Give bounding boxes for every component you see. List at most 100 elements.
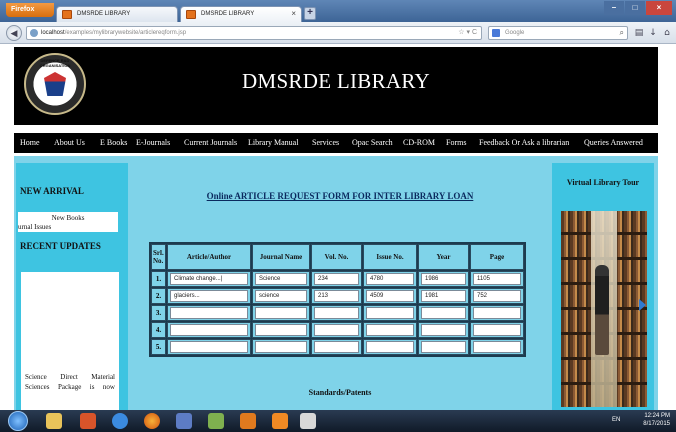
vol-cell [311,339,362,355]
app-icon[interactable] [300,413,316,429]
issue-cell: 4509 [363,288,417,304]
close-tab-icon[interactable]: × [291,7,296,21]
year-cell: 1986 [418,271,469,287]
new-tab-button[interactable]: + [304,7,316,20]
vol-input[interactable] [314,307,359,319]
vol-input[interactable]: 234 [314,273,359,285]
article-input[interactable] [170,324,248,336]
year-input[interactable] [421,324,466,336]
page-input[interactable]: 1105 [473,273,521,285]
vol-input[interactable] [314,341,359,353]
page-input[interactable] [473,307,521,319]
article-request-form: Online ARTICLE REQUEST FORM FOR INTER LI… [132,163,548,410]
back-arrow-icon[interactable]: ◀ [6,25,22,41]
next-arrow-icon[interactable] [639,299,646,311]
new-books-link[interactable]: New Books [18,214,118,222]
article-input[interactable]: Climate change...| [170,273,248,285]
system-clock[interactable]: 12:24 PM 8/17/2015 [643,412,670,428]
form-title: Online ARTICLE REQUEST FORM FOR INTER LI… [206,191,474,201]
menu-item-current-journals[interactable]: Current Journals [184,133,237,153]
browser-nav-bar: ◀ localhost/examples/mylibrarywebsite/ar… [0,22,676,44]
maximize-icon[interactable]: □ [625,1,645,15]
library-tour-image[interactable] [561,211,647,407]
language-indicator[interactable]: EN [612,417,620,423]
issue-input[interactable] [366,324,414,336]
app-icon[interactable] [208,413,224,429]
menu-item-feedback[interactable]: Feedback Or Ask a librarian [479,133,569,153]
row-number: 1. [151,271,166,287]
menu-item-library-manual[interactable]: Library Manual [248,133,298,153]
page-cell [470,322,524,338]
ie-icon[interactable] [112,413,128,429]
download-icon[interactable]: ↓ [646,26,660,40]
issue-input[interactable] [366,341,414,353]
journal-input[interactable]: science [255,290,307,302]
journal-cell [252,305,310,321]
journal-input[interactable] [255,307,307,319]
year-cell [418,322,469,338]
firefox-icon[interactable] [144,413,160,429]
new-arrival-heading: NEW ARRIVAL [20,186,84,196]
site-header: DEFENCE R&D ORGANISATION DMSRDE LIBRARY [14,47,658,125]
year-input[interactable]: 1986 [421,273,466,285]
article-input[interactable] [170,307,248,319]
issue-input[interactable] [366,307,414,319]
home-icon[interactable]: ⌂ [660,26,674,40]
page-input[interactable] [473,341,521,353]
issue-input[interactable]: 4509 [366,290,414,302]
vlc-icon[interactable] [240,413,256,429]
search-placeholder: Google [505,30,525,36]
search-icon[interactable]: ⌕ [620,27,624,39]
journal-cell [252,339,310,355]
vol-input[interactable]: 213 [314,290,359,302]
col-header-page: Page [470,244,524,270]
browser-tab-2[interactable]: DMSRDE LIBRARY × [180,6,302,22]
start-button-icon[interactable] [8,411,28,431]
page-input[interactable]: 752 [473,290,521,302]
table-row: 2. glaciers... science 213 4509 1981 752 [151,288,524,304]
col-header-issue: Issue No. [363,244,417,270]
menu-item-opac-search[interactable]: Opac Search [352,133,393,153]
journal-input[interactable]: Science [255,273,307,285]
col-header-vol: Vol. No. [311,244,362,270]
reload-icon[interactable]: ☆ ▾ C [458,27,477,39]
menu-item-services[interactable]: Services [312,133,339,153]
app-icon[interactable] [176,413,192,429]
request-table: Srl. No. Article/Author Journal Name Vol… [149,242,526,357]
article-cell [167,305,251,321]
close-window-icon[interactable]: × [646,1,672,15]
media-player-icon[interactable] [80,413,96,429]
menu-item-forms[interactable]: Forms [446,133,466,153]
article-input[interactable] [170,341,248,353]
journal-input[interactable] [255,341,307,353]
address-bar[interactable]: localhost/examples/mylibrarywebsite/arti… [26,26,482,40]
journal-issues-link[interactable]: urnal Issues [18,223,51,231]
url-host: localhost [41,30,65,36]
page-input[interactable] [473,324,521,336]
issue-cell [363,322,417,338]
article-cell [167,339,251,355]
windows-taskbar: EN 12:24 PM 8/17/2015 [0,410,676,432]
year-input[interactable] [421,341,466,353]
menu-item-cd-rom[interactable]: CD-ROM [403,133,435,153]
app-icon[interactable] [272,413,288,429]
explorer-icon[interactable] [46,413,62,429]
search-box[interactable]: Google ⌕ [488,26,628,40]
menu-item-about-us[interactable]: About Us [54,133,85,153]
menu-item-e-books[interactable]: E Books [100,133,127,153]
bookmarks-icon[interactable]: ▤ [632,26,646,40]
browser-tab-1[interactable]: DMSRDE LIBRARY [56,6,178,22]
firefox-menu-button[interactable]: Firefox [6,3,54,17]
year-input[interactable]: 1981 [421,290,466,302]
journal-input[interactable] [255,324,307,336]
col-header-year: Year [418,244,469,270]
article-input[interactable]: glaciers... [170,290,248,302]
menu-item-queries-answered[interactable]: Queries Answered [584,133,643,153]
issue-input[interactable]: 4780 [366,273,414,285]
vol-input[interactable] [314,324,359,336]
menu-item-home[interactable]: Home [20,133,40,153]
row-number: 2. [151,288,166,304]
minimize-icon[interactable]: – [604,1,624,15]
menu-item-e-journals[interactable]: E-Journals [136,133,170,153]
year-input[interactable] [421,307,466,319]
